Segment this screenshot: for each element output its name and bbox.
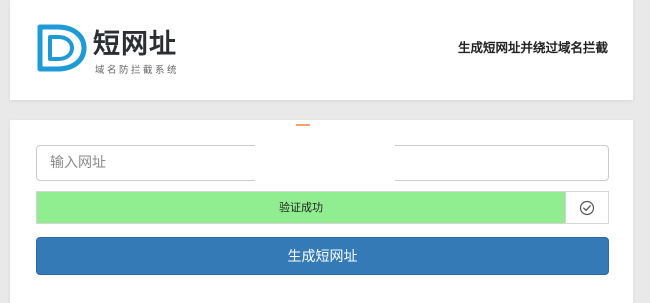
shortener-form-card: 验证成功 生成短网址 [10,120,633,303]
logo-title: 短网址 [93,29,177,60]
slider-captcha[interactable]: 验证成功 [36,191,609,224]
decorative-mark [296,124,310,126]
verify-status-text: 验证成功 [279,201,323,214]
verify-slider-handle[interactable] [565,192,608,223]
generate-short-url-button[interactable]: 生成短网址 [36,237,609,275]
header-card: 短网址 域名防拦截系统 生成短网址并绕过域名拦截 [10,0,633,100]
overlay-patch [255,135,395,187]
header-tagline: 生成短网址并绕过域名拦截 [457,40,608,55]
logo-d-icon [37,24,87,72]
logo-subtitle: 域名防拦截系统 [95,65,180,76]
logo[interactable]: 短网址 域名防拦截系统 [37,22,187,76]
check-circle-icon [579,200,595,215]
